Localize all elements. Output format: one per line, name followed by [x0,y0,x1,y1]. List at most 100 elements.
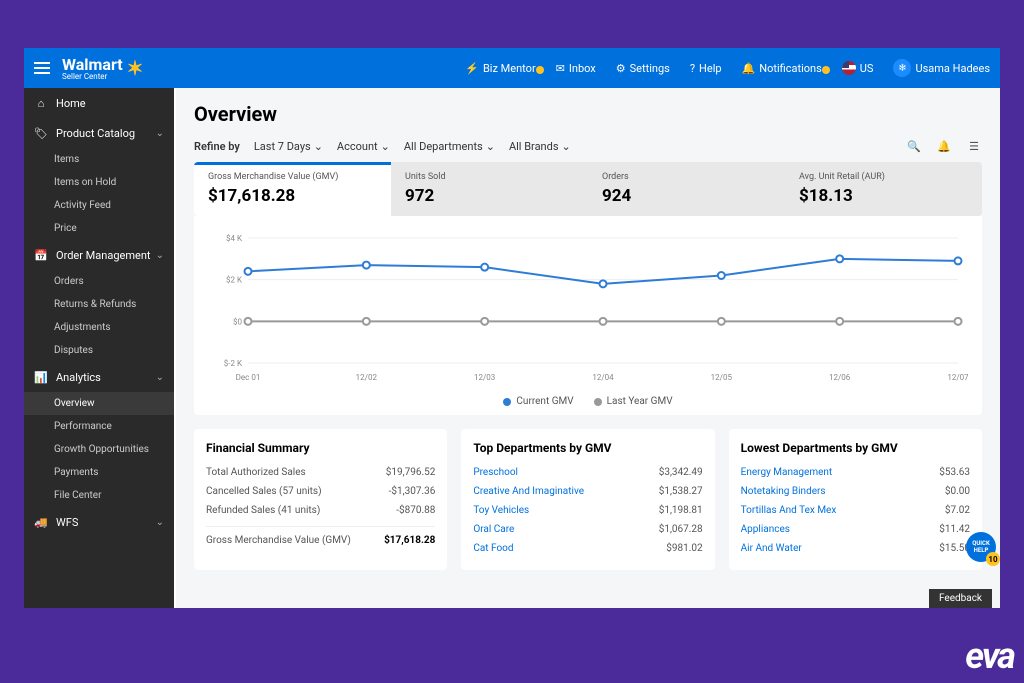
sidebar-adjustments[interactable]: Adjustments [24,316,174,339]
bolt-icon: ⚡ [465,62,479,75]
list-row: Total Authorized Sales $19,796.52 [206,463,435,482]
help-link[interactable]: ? Help [680,62,732,75]
filter-brands[interactable]: All Brands⌄ [509,140,571,153]
filter-dept[interactable]: All Departments⌄ [404,140,495,153]
filter-date[interactable]: Last 7 Days⌄ [254,140,323,153]
sidebar-activity-feed[interactable]: Activity Feed [24,194,174,217]
gear-icon: ⚙ [616,62,626,75]
sidebar-items-hold[interactable]: Items on Hold [24,171,174,194]
list-row: Refunded Sales (41 units) -$870.88 [206,501,435,520]
inbox-link[interactable]: ✉ Inbox [546,62,606,75]
main-content: Overview Refine by Last 7 Days⌄ Account⌄… [176,88,1000,608]
row-label[interactable]: Notetaking Binders [741,486,826,497]
page-title: Overview [194,102,982,126]
svg-text:12/03: 12/03 [474,373,495,382]
eva-watermark: eva [965,635,1014,677]
settings-link[interactable]: ⚙ Settings [606,62,680,75]
row-value: $0.00 [945,486,970,497]
kpi-units[interactable]: Units Sold 972 [391,162,588,216]
feedback-button[interactable]: Feedback [929,589,992,608]
new-badge [536,66,544,74]
row-value: $1,198.81 [659,505,703,516]
search-icon[interactable]: 🔍 [906,138,922,154]
list-row: Notetaking Binders $0.00 [741,482,970,501]
tag-icon: 🏷 [34,126,48,140]
sidebar-payments[interactable]: Payments [24,461,174,484]
list-row: Tortillas And Tex Mex $7.02 [741,501,970,520]
row-value: $1,538.27 [659,486,703,497]
list-row: Toy Vehicles $1,198.81 [473,501,702,520]
financial-total: Gross Merchandise Value (GMV) $17,618.28 [206,526,435,550]
list-row: Energy Management$53.63 [741,463,970,482]
filter-account[interactable]: Account⌄ [337,140,390,153]
sidebar: ⌂ Home 🏷 Product Catalog ⌄ Items Items o… [24,88,174,608]
spark-icon: ✶ [127,56,144,80]
row-label[interactable]: Tortillas And Tex Mex [741,505,837,516]
sidebar-disputes[interactable]: Disputes [24,339,174,362]
row-label: Refunded Sales (41 units) [206,505,320,516]
row-value: $7.02 [945,505,970,516]
row-label[interactable]: Preschool [473,467,518,478]
row-label[interactable]: Air And Water [741,543,802,554]
row-label[interactable]: Cat Food [473,543,513,554]
chevron-down-icon: ⌄ [156,372,164,383]
row-value: $1,067.28 [659,524,703,535]
row-value: $3,342.49 [659,467,703,478]
chevron-down-icon: ⌄ [156,250,164,261]
sidebar-performance[interactable]: Performance [24,415,174,438]
list-row: Oral Care $1,067.28 [473,520,702,539]
chart-legend: Current GMV Last Year GMV [208,396,968,407]
list-view-icon[interactable]: ☰ [966,138,982,154]
user-menu[interactable]: ❄ Usama Hadees [883,59,1000,77]
svg-text:Dec 01: Dec 01 [236,373,261,382]
sidebar-overview[interactable]: Overview [24,392,174,415]
sidebar-wfs[interactable]: 🚚 WFS ⌄ [24,507,174,537]
sidebar-items[interactable]: Items [24,148,174,171]
sidebar-order-mgmt[interactable]: 📅 Order Management ⌄ [24,240,174,270]
kpi-gmv[interactable]: Gross Merchandise Value (GMV) $17,618.28 [194,162,391,216]
refine-label: Refine by [194,140,240,153]
row-label: Cancelled Sales (57 units) [206,486,322,497]
svg-text:$-2 K: $-2 K [224,359,243,368]
alert-icon[interactable]: 🔔 [936,138,952,154]
row-value: -$870.88 [396,505,435,516]
svg-text:12/07: 12/07 [947,373,968,382]
country-selector[interactable]: US [832,61,884,75]
kpi-orders[interactable]: Orders 924 [588,162,785,216]
row-label[interactable]: Creative And Imaginative [473,486,584,497]
row-label[interactable]: Oral Care [473,524,514,535]
svg-text:12/02: 12/02 [356,373,378,382]
brand-logo[interactable]: Walmart Seller Center ✶ [62,55,143,81]
sidebar-price[interactable]: Price [24,217,174,240]
row-label[interactable]: Toy Vehicles [473,505,529,516]
menu-toggle[interactable] [24,62,60,74]
sidebar-home[interactable]: ⌂ Home [24,88,174,118]
row-label: Total Authorized Sales [206,467,306,478]
list-row: Cat Food$981.02 [473,539,702,558]
list-row: Air And Water$15.50 [741,539,970,558]
refine-bar: Refine by Last 7 Days⌄ Account⌄ All Depa… [194,138,982,154]
sidebar-growth[interactable]: Growth Opportunities [24,438,174,461]
notifications-link[interactable]: 🔔 Notifications [732,62,832,75]
kpi-aur[interactable]: Avg. Unit Retail (AUR) $18.13 [785,162,982,216]
chevron-down-icon: ⌄ [156,517,164,528]
quick-help-button[interactable]: QUICK HELP 10 [966,532,996,562]
sidebar-file-center[interactable]: File Center [24,484,174,507]
row-value: $19,796.52 [386,467,436,478]
sidebar-product-catalog[interactable]: 🏷 Product Catalog ⌄ [24,118,174,148]
svg-text:12/04: 12/04 [592,373,614,382]
sidebar-orders[interactable]: Orders [24,270,174,293]
kpi-tabs: Gross Merchandise Value (GMV) $17,618.28… [194,162,982,216]
help-icon: ? [690,62,695,75]
row-label[interactable]: Energy Management [741,467,833,478]
biz-mentor-link[interactable]: ⚡ Biz Mentor [455,62,545,75]
top-departments-panel: Top Departments by GMV Preschool$3,342.4… [461,429,714,570]
gmv-chart: $4 K$2 K$0$-2 KDec 0112/0212/0312/0412/0… [208,228,968,388]
sidebar-returns[interactable]: Returns & Refunds [24,293,174,316]
notif-badge [822,66,830,74]
chart-card: $4 K$2 K$0$-2 KDec 0112/0212/0312/0412/0… [194,216,982,415]
row-label[interactable]: Appliances [741,524,790,535]
truck-icon: 🚚 [34,515,48,529]
svg-text:$4 K: $4 K [226,234,243,243]
sidebar-analytics[interactable]: 📊 Analytics ⌄ [24,362,174,392]
